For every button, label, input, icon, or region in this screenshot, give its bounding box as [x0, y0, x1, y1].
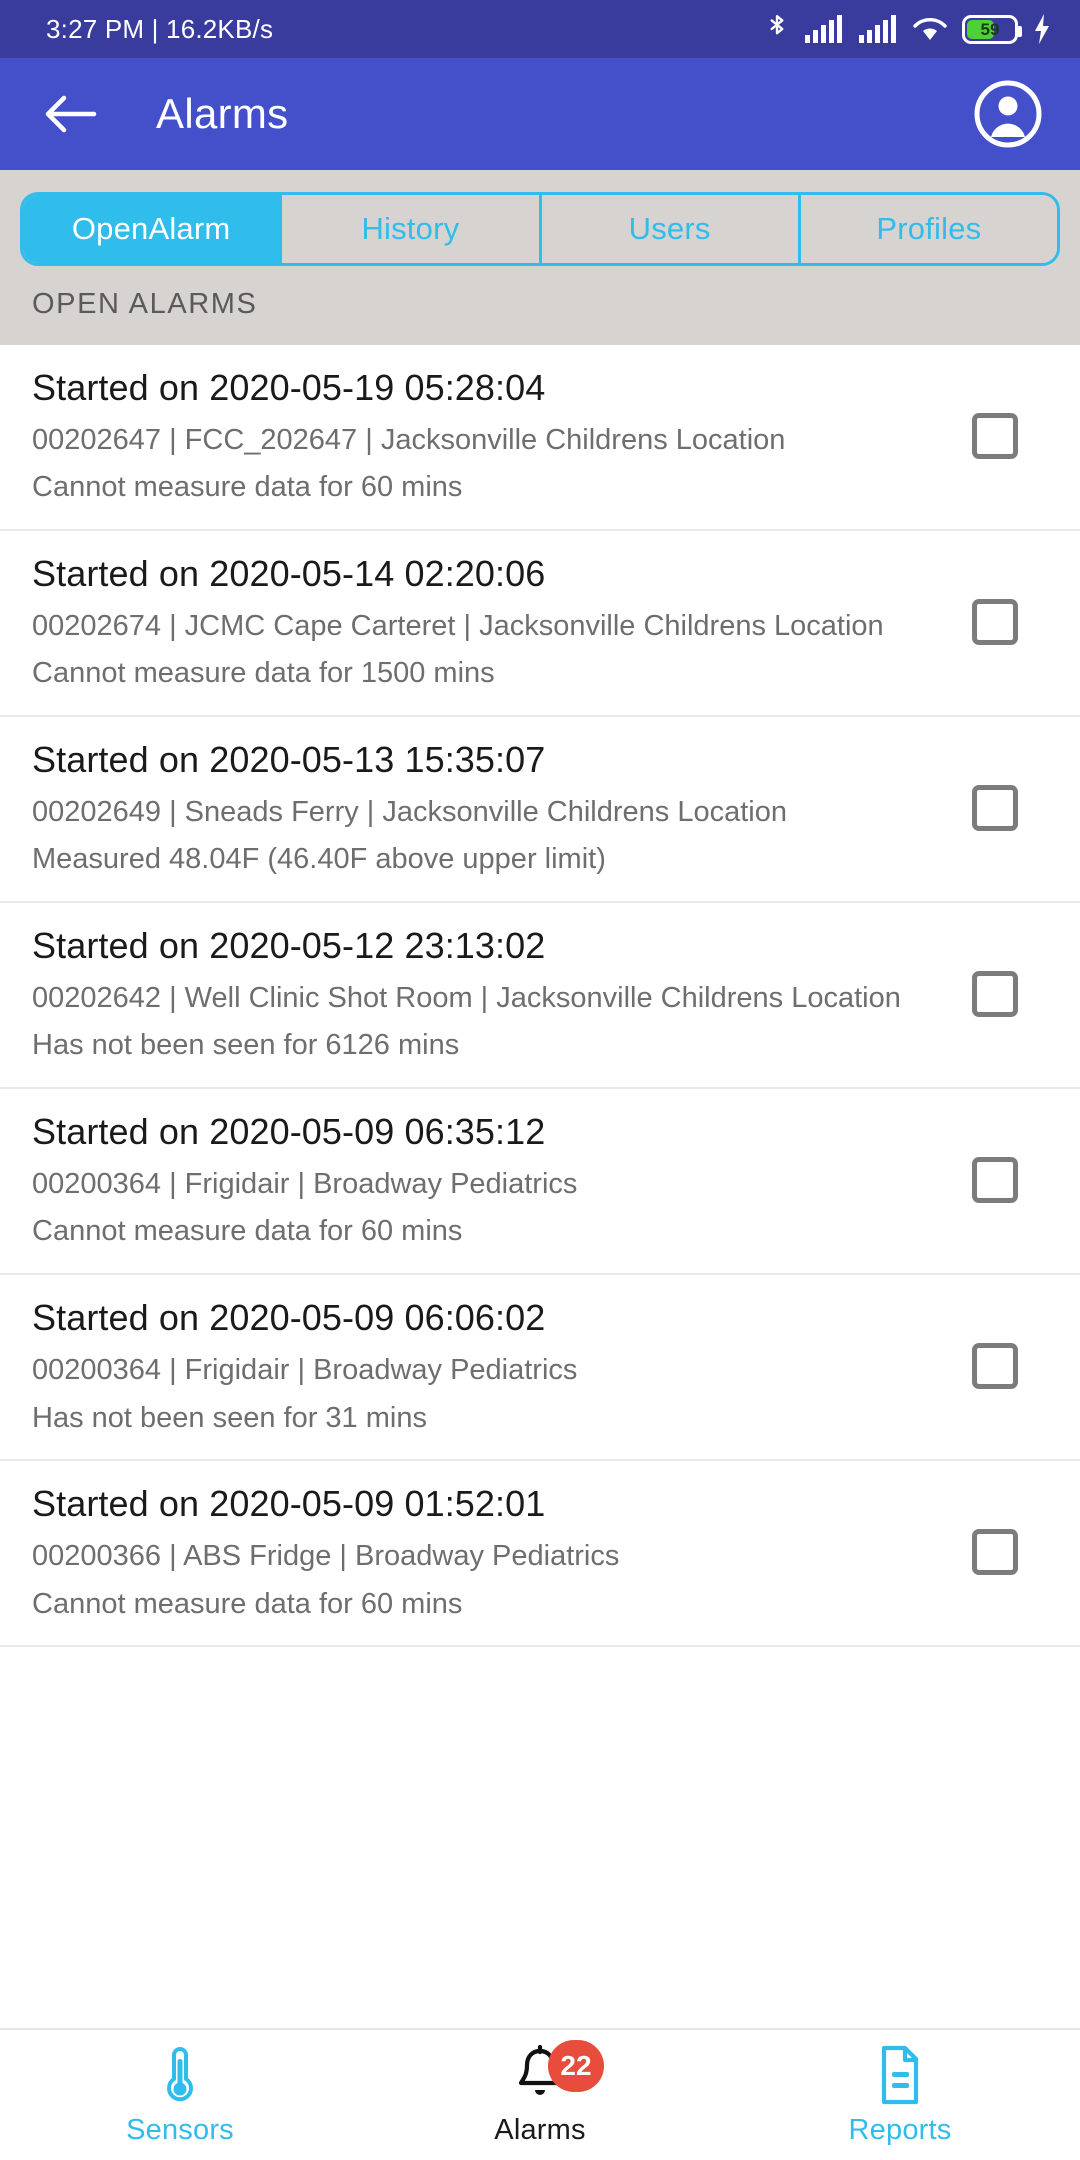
- table-row[interactable]: Started on 2020-05-12 23:13:02 00202642 …: [0, 903, 1080, 1090]
- alarm-details: Started on 2020-05-13 15:35:07 00202649 …: [32, 737, 940, 879]
- tab-history[interactable]: History: [282, 195, 542, 263]
- alarms-icon-wrap: 22: [514, 2039, 604, 2106]
- alarm-checkbox[interactable]: [972, 1529, 1018, 1576]
- table-row[interactable]: Started on 2020-05-14 02:20:06 00202674 …: [0, 531, 1080, 718]
- alarm-details: Started on 2020-05-12 23:13:02 00202642 …: [32, 923, 940, 1065]
- alarm-status: Measured 48.04F (46.40F above upper limi…: [32, 843, 606, 876]
- back-button[interactable]: [34, 78, 106, 150]
- battery-percent-label: 59: [980, 19, 1000, 39]
- app-root: 3:27 PM | 16.2KB/s 59 Alarms OpenAlarm H…: [0, 0, 1080, 2160]
- table-row[interactable]: Started on 2020-05-09 01:52:01 00200366 …: [0, 1461, 1080, 1648]
- alarm-details: Started on 2020-05-09 01:52:01 00200366 …: [32, 1481, 940, 1623]
- alarm-status: Cannot measure data for 60 mins: [32, 471, 463, 504]
- section-header-open-alarms: OPEN ALARMS: [0, 266, 1080, 345]
- page-title: Alarms: [156, 90, 289, 137]
- alarm-checkbox[interactable]: [972, 971, 1018, 1018]
- alarm-meta: 00202674 | JCMC Cape Carteret | Jacksonv…: [32, 610, 884, 643]
- wifi-icon: [912, 14, 948, 44]
- table-row[interactable]: Started on 2020-05-13 15:35:07 00202649 …: [0, 717, 1080, 904]
- app-bar: Alarms: [0, 58, 1080, 170]
- tab-users[interactable]: Users: [541, 195, 801, 263]
- thermometer-icon: [163, 2045, 197, 2105]
- signal-1-icon: [804, 14, 844, 44]
- nav-item-reports[interactable]: Reports: [720, 2044, 1080, 2147]
- alarm-status: Cannot measure data for 1500 mins: [32, 657, 495, 690]
- alarm-checkbox-cell[interactable]: [940, 785, 1050, 832]
- alarm-checkbox[interactable]: [972, 599, 1018, 646]
- table-row[interactable]: Started on 2020-05-19 05:28:04 00202647 …: [0, 345, 1080, 532]
- alarm-meta: 00202642 | Well Clinic Shot Room | Jacks…: [32, 982, 901, 1015]
- alarm-checkbox-cell[interactable]: [940, 599, 1050, 646]
- alarm-meta: 00202649 | Sneads Ferry | Jacksonville C…: [32, 796, 787, 829]
- alarm-status: Has not been seen for 31 mins: [32, 1401, 427, 1434]
- bluetooth-icon: [764, 13, 790, 45]
- alarm-status: Cannot measure data for 60 mins: [32, 1587, 463, 1620]
- alarm-details: Started on 2020-05-09 06:35:12 00200364 …: [32, 1109, 940, 1251]
- alarm-meta: 00202647 | FCC_202647 | Jacksonville Chi…: [32, 424, 786, 457]
- nav-label-alarms: Alarms: [494, 2113, 586, 2146]
- status-icons: 59: [764, 13, 1052, 45]
- alarm-checkbox-cell[interactable]: [940, 1157, 1050, 1204]
- sensors-icon-wrap: [163, 2044, 197, 2106]
- alarm-checkbox[interactable]: [972, 1343, 1018, 1390]
- tab-strip: OpenAlarm History Users Profiles: [0, 170, 1080, 266]
- alarm-started-time: Started on 2020-05-09 06:35:12: [32, 1111, 546, 1153]
- alarm-started-time: Started on 2020-05-13 15:35:07: [32, 739, 546, 781]
- alarm-details: Started on 2020-05-09 06:06:02 00200364 …: [32, 1295, 940, 1437]
- table-row[interactable]: Started on 2020-05-09 06:06:02 00200364 …: [0, 1275, 1080, 1462]
- alarm-details: Started on 2020-05-14 02:20:06 00202674 …: [32, 551, 940, 693]
- charging-bolt-icon: [1032, 13, 1052, 45]
- tab-profiles[interactable]: Profiles: [800, 195, 1057, 263]
- alarm-list: Started on 2020-05-19 05:28:04 00202647 …: [0, 345, 1080, 2028]
- document-icon: [878, 2045, 922, 2105]
- tab-openalarm[interactable]: OpenAlarm: [23, 195, 283, 263]
- alarm-started-time: Started on 2020-05-14 02:20:06: [32, 553, 546, 595]
- alarm-checkbox[interactable]: [972, 1157, 1018, 1204]
- battery-icon: 59: [962, 14, 1022, 44]
- segmented-control: OpenAlarm History Users Profiles: [20, 192, 1060, 266]
- alarm-started-time: Started on 2020-05-12 23:13:02: [32, 925, 546, 967]
- account-button[interactable]: [970, 76, 1046, 152]
- account-circle-icon: [973, 79, 1043, 149]
- bottom-navigation: Sensors 22 Alarms Reports: [0, 2028, 1080, 2160]
- status-time-and-speed: 3:27 PM | 16.2KB/s: [46, 13, 274, 44]
- alarm-started-time: Started on 2020-05-09 01:52:01: [32, 1483, 546, 1525]
- alarm-started-time: Started on 2020-05-19 05:28:04: [32, 367, 546, 408]
- alarm-meta: 00200364 | Frigidair | Broadway Pediatri…: [32, 1168, 578, 1201]
- nav-label-sensors: Sensors: [126, 2113, 234, 2146]
- signal-2-icon: [858, 14, 898, 44]
- alarm-meta: 00200366 | ABS Fridge | Broadway Pediatr…: [32, 1540, 620, 1573]
- alarm-started-time: Started on 2020-05-09 06:06:02: [32, 1297, 546, 1339]
- alarm-status: Has not been seen for 6126 mins: [32, 1029, 460, 1062]
- alarm-checkbox[interactable]: [972, 413, 1018, 460]
- back-arrow-icon: [42, 92, 98, 136]
- alarm-status: Cannot measure data for 60 mins: [32, 1215, 463, 1248]
- alarms-badge: 22: [548, 2039, 604, 2092]
- alarm-checkbox-cell[interactable]: [940, 413, 1050, 460]
- alarm-checkbox-cell[interactable]: [940, 971, 1050, 1018]
- nav-item-sensors[interactable]: Sensors: [0, 2044, 360, 2147]
- table-row[interactable]: Started on 2020-05-09 06:35:12 00200364 …: [0, 1089, 1080, 1276]
- alarm-checkbox-cell[interactable]: [940, 1343, 1050, 1390]
- nav-item-alarms[interactable]: 22 Alarms: [360, 2039, 720, 2147]
- alarm-meta: 00200364 | Frigidair | Broadway Pediatri…: [32, 1354, 578, 1387]
- alarm-checkbox[interactable]: [972, 785, 1018, 832]
- alarm-checkbox-cell[interactable]: [940, 1529, 1050, 1576]
- nav-label-reports: Reports: [848, 2113, 952, 2146]
- alarm-details: Started on 2020-05-19 05:28:04 00202647 …: [32, 365, 940, 507]
- status-bar: 3:27 PM | 16.2KB/s 59: [0, 0, 1080, 58]
- reports-icon-wrap: [878, 2044, 922, 2106]
